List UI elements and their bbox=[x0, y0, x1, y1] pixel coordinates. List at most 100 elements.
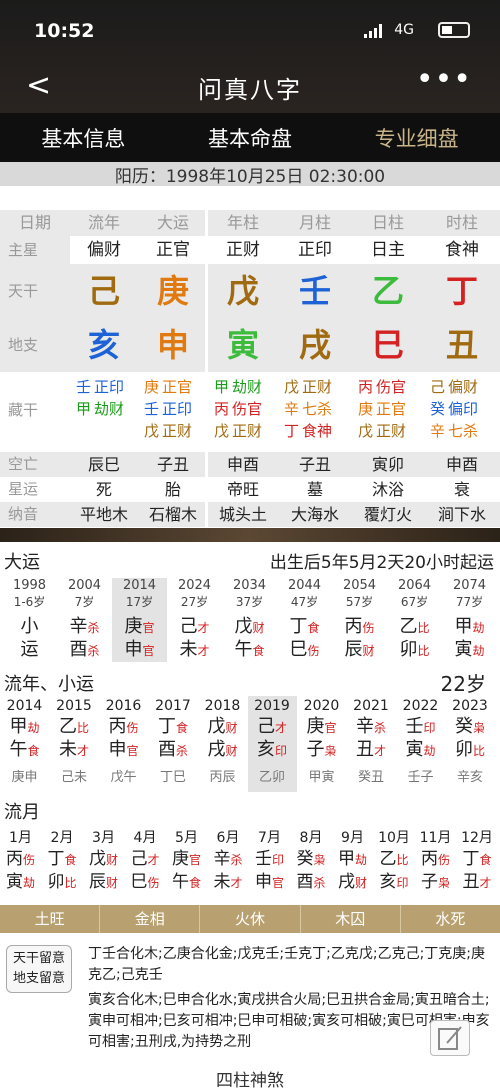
xiaoyun: 丁巳 bbox=[159, 770, 186, 785]
liunian-line: 戌财 bbox=[198, 739, 247, 762]
liunian-shen: 财 bbox=[225, 721, 238, 735]
liuyue-item[interactable]: 12月 丁食 丑才 bbox=[457, 828, 498, 900]
liunian-ganzhi: 乙 bbox=[58, 716, 77, 737]
edit-icon[interactable] bbox=[430, 1020, 470, 1056]
liuyue-item[interactable]: 7月 壬印 申官 bbox=[249, 828, 290, 900]
liuyue-item[interactable]: 5月 庚官 午食 bbox=[166, 828, 207, 900]
grid-cell: 申酉 bbox=[445, 455, 478, 474]
liunian-item[interactable]: 2016 丙伤 申官 戊午 bbox=[99, 696, 148, 792]
liuyue-item[interactable]: 2月 丁食 卯比 bbox=[42, 828, 83, 900]
nav-bar: < 问真八字 ••• bbox=[0, 62, 500, 110]
liunian-item[interactable]: 2019 己才 亥印 乙卯 bbox=[247, 696, 297, 792]
dayun-item[interactable]: 2064 67岁 乙比 卯比 bbox=[387, 578, 442, 662]
liuyue-line: 甲劫 bbox=[332, 848, 373, 871]
canggan-shen: 七杀 bbox=[302, 400, 333, 418]
liuyue-month: 5月 bbox=[175, 830, 198, 846]
grid-cell: 城头土 bbox=[218, 505, 267, 524]
dayun-line: 申官 bbox=[112, 639, 167, 662]
grid-cell: 辰巳 bbox=[87, 455, 120, 474]
liunian-line: 辛杀 bbox=[347, 716, 396, 739]
liuyue-ganzhi: 酉 bbox=[296, 872, 314, 892]
liunian-year: 2016 bbox=[105, 698, 142, 714]
canggan-item: 庚正官 bbox=[138, 376, 208, 398]
dayun-line: 酉杀 bbox=[57, 639, 112, 662]
liunian-line: 癸枭 bbox=[446, 716, 495, 739]
grid-cell: 地支 bbox=[0, 318, 70, 372]
dayun-age: 57岁 bbox=[345, 595, 374, 609]
liunian-year: 2022 bbox=[402, 698, 439, 714]
grid-cell: 巳 bbox=[352, 318, 424, 372]
dayun-item[interactable]: 1998 1-6岁小运 bbox=[2, 578, 57, 662]
dayun-ganzhi: 申 bbox=[124, 639, 143, 660]
grid-cell: 大运 bbox=[156, 213, 189, 232]
liuyue-item[interactable]: 11月 丙伤 子枭 bbox=[415, 828, 456, 900]
liuyue-item[interactable]: 6月 辛杀 未才 bbox=[208, 828, 249, 900]
dayun-year: 2004 bbox=[67, 578, 102, 593]
liuyue-shen: 财 bbox=[105, 876, 118, 890]
liunian-item[interactable]: 2023 癸枭 卯比 辛亥 bbox=[446, 696, 495, 792]
row-tiangan: 天干己庚戊壬乙丁 bbox=[0, 264, 500, 318]
liunian-item[interactable]: 2020 庚官 子枭 甲寅 bbox=[297, 696, 346, 792]
liuyue-line: 丙伤 bbox=[0, 848, 41, 871]
grid-cell: 亥 bbox=[70, 318, 138, 372]
liunian-item[interactable]: 2018 戊财 戌财 丙辰 bbox=[198, 696, 247, 792]
dayun-item[interactable]: 2044 47岁 丁食 巳伤 bbox=[277, 578, 332, 662]
liuyue-item[interactable]: 1月 丙伤 寅劫 bbox=[0, 828, 41, 900]
liunian-ganzhi: 甲 bbox=[9, 716, 28, 737]
liuyue-month: 11月 bbox=[419, 830, 452, 846]
xiaoyun: 己未 bbox=[60, 770, 87, 785]
dayun-item[interactable]: 2054 57岁 丙伤 辰财 bbox=[332, 578, 387, 662]
canggan-item: 甲劫财 bbox=[208, 376, 278, 398]
liunian-line: 丁食 bbox=[149, 716, 198, 739]
tab-detail-chart[interactable]: 专业细盘 bbox=[333, 113, 500, 165]
canggan-item: 壬正印 bbox=[138, 398, 208, 420]
dayun-item[interactable]: 2024 27岁 己才 未才 bbox=[167, 578, 222, 662]
dayun-ganzhi: 戊 bbox=[234, 616, 253, 637]
xiaoyun: 戊午 bbox=[110, 770, 137, 785]
liunian-item[interactable]: 2015 乙比 未才 己未 bbox=[50, 696, 99, 792]
tab-basic-info[interactable]: 基本信息 bbox=[0, 113, 167, 165]
canggan-item: 壬正印 bbox=[70, 376, 138, 398]
grid-cell: 正印 bbox=[298, 240, 332, 260]
liuyue-item[interactable]: 9月 甲劫 戌财 bbox=[332, 828, 373, 900]
xiaoyun: 辛亥 bbox=[456, 770, 483, 785]
dayun-item[interactable]: 2034 37岁 戊财 午食 bbox=[222, 578, 277, 662]
canggan-gan: 辛 bbox=[430, 422, 446, 440]
notice-badge[interactable]: 天干留意 地支留意 bbox=[6, 945, 72, 993]
canggan-gan: 甲 bbox=[214, 378, 230, 396]
canggan-item: 戊正财 bbox=[352, 420, 424, 442]
liunian-item[interactable]: 2017 丁食 酉杀 丁巳 bbox=[149, 696, 198, 792]
liunian-item[interactable]: 2022 壬印 寅劫 壬子 bbox=[396, 696, 445, 792]
grid-cell: 日主 bbox=[371, 240, 405, 260]
dayun-item[interactable]: 2074 77岁 甲劫 寅劫 bbox=[442, 578, 497, 662]
liunian-item[interactable]: 2014 甲劫 午食 庚申 bbox=[0, 696, 49, 792]
dayun-item[interactable]: 2004 7岁 辛杀 酉杀 bbox=[57, 578, 112, 662]
liuyue-line: 壬印 bbox=[249, 848, 290, 871]
more-icon[interactable]: ••• bbox=[416, 62, 472, 97]
canggan-gan: 甲 bbox=[76, 400, 92, 418]
liuyue-line: 丁食 bbox=[457, 848, 498, 871]
dayun-item[interactable]: 2014 17岁 庚官 申官 bbox=[112, 578, 167, 662]
tab-basic-chart[interactable]: 基本命盘 bbox=[167, 113, 334, 165]
liuyue-item[interactable]: 10月 乙比 亥印 bbox=[374, 828, 415, 900]
dayun-shen: 财 bbox=[252, 621, 265, 635]
canggan-col: 己偏财癸偏印辛七杀 bbox=[424, 376, 500, 442]
liunian-ganzhi: 子 bbox=[306, 739, 325, 760]
liuyue-item[interactable]: 4月 己才 巳伤 bbox=[125, 828, 166, 900]
grid-cell: 大海水 bbox=[290, 505, 339, 524]
liuyue-title: 流月 bbox=[4, 802, 40, 823]
battery-icon bbox=[438, 22, 470, 38]
liuyue-item[interactable]: 8月 癸枭 酉杀 bbox=[291, 828, 332, 900]
dayun-shen: 财 bbox=[362, 644, 375, 658]
liuyue-item[interactable]: 3月 戊财 辰财 bbox=[83, 828, 124, 900]
dayun-line: 丁食 bbox=[277, 616, 332, 639]
canggan-shen: 偏印 bbox=[448, 400, 479, 418]
liunian-item[interactable]: 2021 辛杀 丑才 癸丑 bbox=[347, 696, 396, 792]
liuyue-shen: 劫 bbox=[22, 876, 35, 890]
liuyue-month: 8月 bbox=[299, 830, 323, 846]
liunian-shen: 印 bbox=[274, 744, 287, 758]
liunian-shen: 官 bbox=[324, 721, 337, 735]
liuyue-ganzhi: 午 bbox=[171, 872, 189, 892]
dayun-line: 巳伤 bbox=[277, 639, 332, 662]
xiaoyun: 庚申 bbox=[11, 770, 38, 785]
